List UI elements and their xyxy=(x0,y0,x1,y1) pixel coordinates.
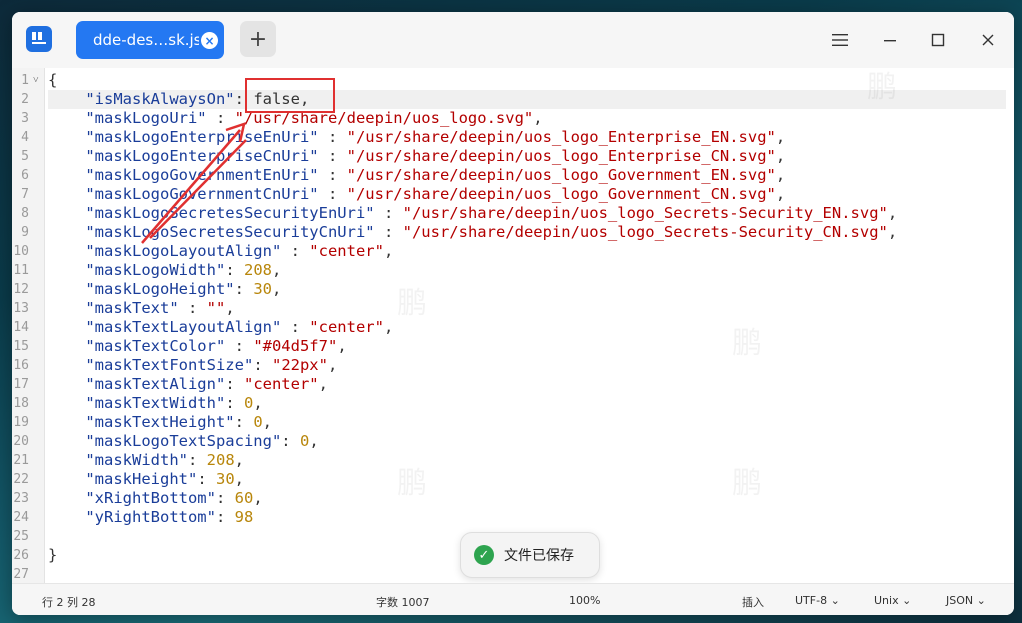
tab-label: dde-des…sk.json xyxy=(93,31,199,49)
tab-close-icon[interactable]: × xyxy=(201,32,218,49)
tab-dde-desktop-json[interactable]: dde-des…sk.json × xyxy=(76,21,224,59)
close-window-button[interactable] xyxy=(974,26,1002,54)
zoom-level[interactable]: 100% xyxy=(569,594,600,607)
app-logo-icon[interactable] xyxy=(26,26,52,52)
minimize-button[interactable] xyxy=(876,26,904,54)
chevron-down-icon: ⌄ xyxy=(830,594,840,607)
maximize-icon xyxy=(931,33,945,47)
annotation-arrow-1 xyxy=(141,129,241,244)
insert-mode[interactable]: 插入 xyxy=(742,594,764,610)
annotation-arrow-2 xyxy=(149,139,247,239)
encoding-value: UTF-8 xyxy=(795,594,828,607)
line-ending-select[interactable]: Unix ⌄ xyxy=(874,594,911,607)
hamburger-menu-icon xyxy=(832,34,848,46)
check-circle-icon: ✓ xyxy=(474,545,494,565)
saved-toast: ✓ 文件已保存 xyxy=(460,532,600,578)
titlebar: dde-des…sk.json × + xyxy=(12,12,1014,68)
chevron-down-icon: ⌄ xyxy=(976,594,986,607)
annotation-arrows xyxy=(141,122,247,244)
code-editor[interactable]: 1 ˅{2 "isMaskAlwaysOn": false, 3 "maskLogo… xyxy=(12,68,1014,583)
toast-message: 文件已保存 xyxy=(504,548,574,564)
editor-window: dde-des…sk.json × + 1˅{2 "isMaskAlwaysOn… xyxy=(12,12,1014,615)
chevron-down-icon: ⌄ xyxy=(902,594,912,607)
maximize-button[interactable] xyxy=(924,26,952,54)
close-icon xyxy=(982,34,994,46)
syntax-value: JSON xyxy=(946,594,974,607)
annotation-highlight-box xyxy=(245,78,335,113)
minimize-icon xyxy=(884,40,896,42)
encoding-select[interactable]: UTF-8 ⌄ xyxy=(795,594,840,607)
cursor-position: 行 2 列 28 xyxy=(42,596,96,609)
syntax-select[interactable]: JSON ⌄ xyxy=(946,594,986,607)
line-ending-value: Unix xyxy=(874,594,899,607)
add-tab-button[interactable]: + xyxy=(240,21,276,57)
annotation-arrowhead xyxy=(225,122,246,143)
status-bar: 行 2 列 28 字数 1007 100% 插入 UTF-8 ⌄ Unix ⌄ … xyxy=(12,583,1014,615)
menu-button[interactable] xyxy=(826,26,854,54)
char-count: 字数 1007 xyxy=(376,596,430,609)
